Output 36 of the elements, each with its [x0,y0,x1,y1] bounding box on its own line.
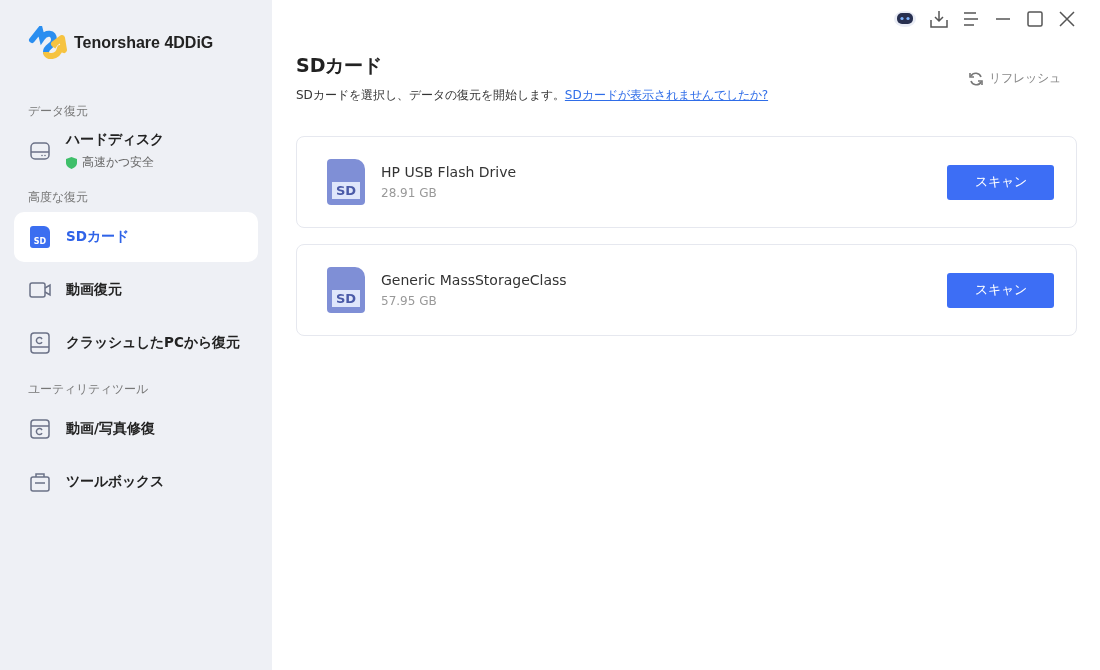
sidebar-item[interactable]: ツールボックス [14,457,258,507]
hard-drive-icon [28,139,52,163]
drive-name: Generic MassStorageClass [381,272,568,288]
badge-text: 高速かつ安全 [82,154,154,171]
help-link[interactable]: SDカードが表示されませんでしたか? [564,88,769,102]
sidebar-item[interactable]: クラッシュしたPCから復元 [14,318,258,368]
sd-card-icon: SD [30,226,50,248]
description-text: SDカードを選択し、データの復元を開始します。 [296,88,565,102]
scan-button[interactable]: スキャン [947,272,1054,308]
sd-card-icon: SD [327,267,365,313]
section-heading: 高度な復元 [27,189,89,206]
drive-size: 57.95 GB [381,294,438,308]
download-icon[interactable] [929,9,949,29]
robot-icon[interactable] [893,9,917,29]
sidebar-item[interactable]: 動画復元 [14,265,258,315]
close-icon[interactable] [1057,9,1077,29]
sidebar-item[interactable]: ハードディスク 高速かつ安全 [14,126,258,176]
drive-name: HP USB Flash Drive [381,164,518,180]
photo-repair-icon [28,417,52,441]
refresh-button[interactable]: リフレッシュ [962,69,1067,88]
sidebar-item[interactable]: SD SDカード [14,212,258,262]
menu-icon[interactable] [961,9,981,29]
toolbox-icon [28,470,52,494]
monitor-refresh-icon [28,331,52,355]
logo-icon [28,26,68,60]
section-heading: ユーティリティツール [27,381,149,398]
section-heading: データ復元 [27,103,89,120]
maximize-icon[interactable] [1025,9,1045,29]
drive-size: 28.91 GB [381,186,438,200]
page-title: SDカード [296,53,384,78]
shield-icon [66,156,77,169]
sd-card-icon: SD [327,159,365,205]
refresh-icon [968,70,984,87]
app-name: Tenorshare 4DDiG [74,34,214,52]
sidebar-item[interactable]: 動画/写真修復 [14,404,258,454]
scan-button[interactable]: スキャン [947,164,1054,200]
